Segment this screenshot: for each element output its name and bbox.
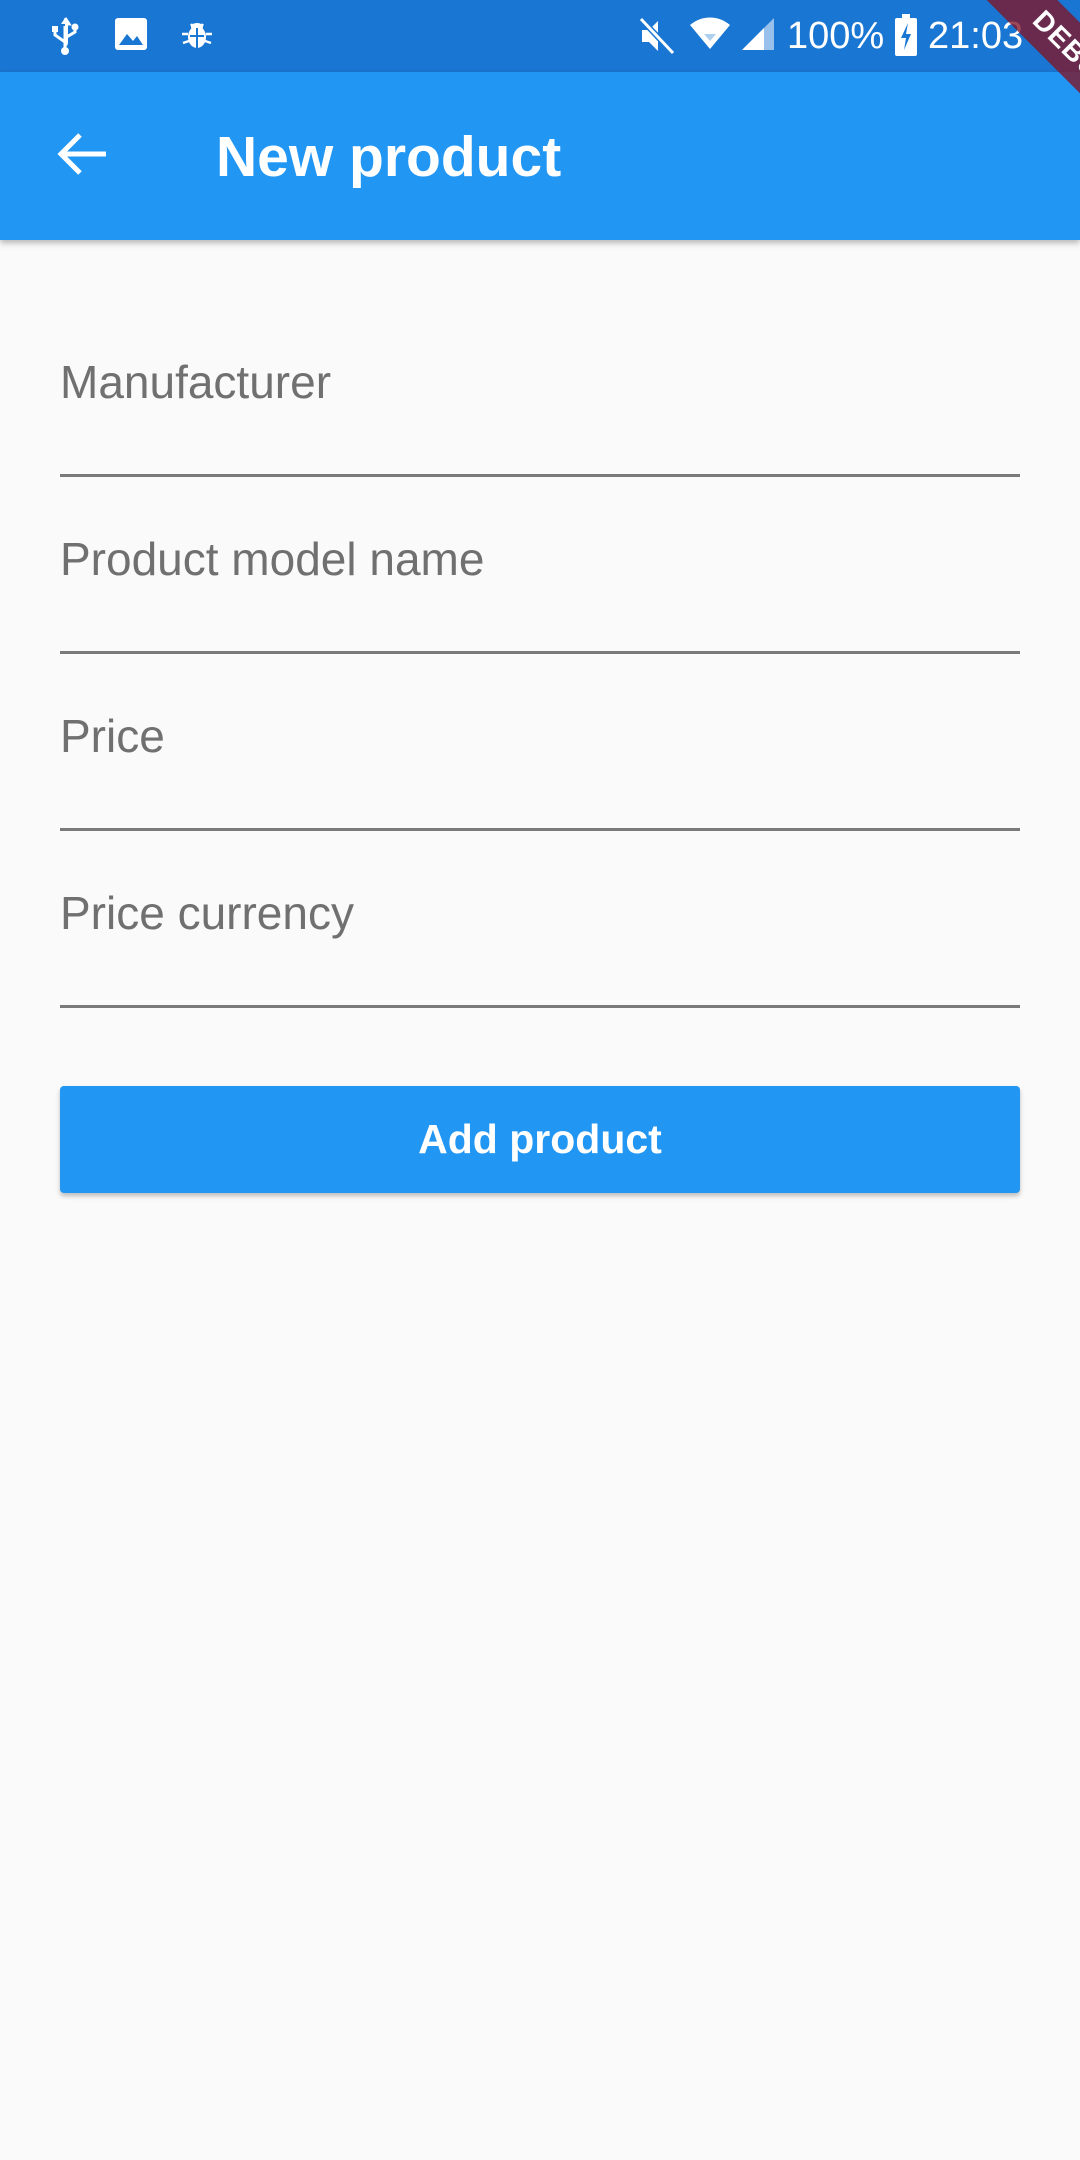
battery-charging-icon bbox=[894, 14, 918, 56]
bug-icon bbox=[180, 16, 214, 56]
price-currency-underline bbox=[60, 1005, 1020, 1008]
signal-icon bbox=[740, 16, 776, 56]
new-product-form: Manufacturer Product model name Price Pr… bbox=[60, 300, 1020, 1008]
battery-percent: 100% bbox=[787, 15, 885, 57]
page-title: New product bbox=[216, 125, 562, 189]
status-bar: 100% 21:03 bbox=[0, 0, 1080, 72]
app-bar: New product bbox=[0, 72, 1080, 240]
manufacturer-input[interactable] bbox=[60, 300, 1020, 475]
usb-icon bbox=[48, 16, 82, 56]
price-currency-field-container: Price currency bbox=[60, 831, 1020, 1008]
product-model-name-input[interactable] bbox=[60, 477, 1020, 652]
image-icon bbox=[113, 16, 149, 56]
model-name-field-container: Product model name bbox=[60, 477, 1020, 654]
clock-time: 21:03 bbox=[928, 15, 1024, 57]
mute-icon bbox=[638, 16, 676, 56]
arrow-back-icon bbox=[56, 131, 108, 182]
add-product-button[interactable]: Add product bbox=[60, 1086, 1020, 1193]
price-input[interactable] bbox=[60, 654, 1020, 829]
back-button[interactable] bbox=[36, 120, 132, 192]
wifi-icon bbox=[688, 16, 732, 56]
price-field-container: Price bbox=[60, 654, 1020, 831]
manufacturer-field-container: Manufacturer bbox=[60, 300, 1020, 477]
price-currency-input[interactable] bbox=[60, 831, 1020, 1006]
